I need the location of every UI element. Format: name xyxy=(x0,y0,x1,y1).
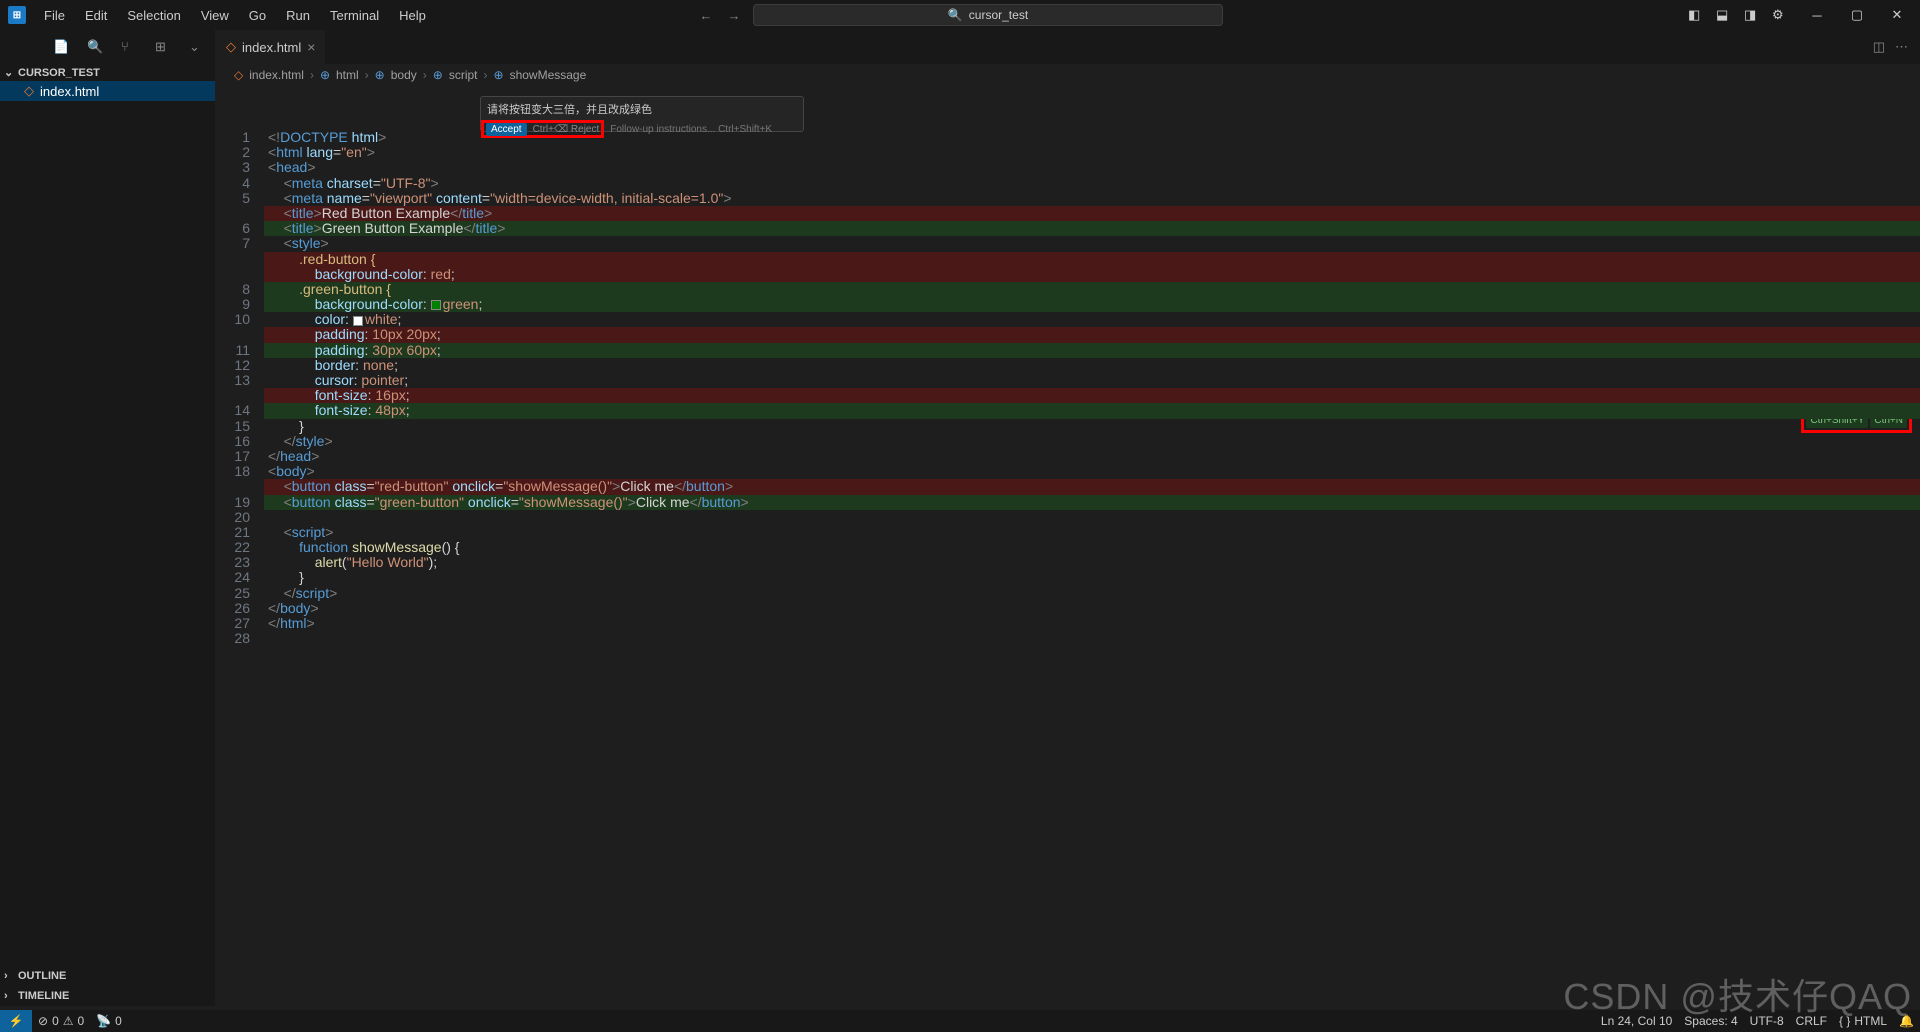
prompt-text: 请将按钮变大三倍，并且改成绿色 xyxy=(483,99,801,119)
menu-view[interactable]: View xyxy=(191,4,239,27)
symbol-icon: ⊕ xyxy=(433,68,443,82)
problems-indicator[interactable]: ⊘ 0 ⚠ 0 xyxy=(32,1010,90,1032)
chevron-down-icon[interactable]: ⌄ xyxy=(189,39,205,55)
accept-reject-group: Accept Ctrl+⌫ Reject xyxy=(481,120,604,138)
followup-input[interactable]: Follow-up instructions... Ctrl+Shift+K xyxy=(610,124,772,135)
html-file-icon: ◇ xyxy=(234,68,243,82)
editor-tab[interactable]: ◇ index.html × xyxy=(216,30,326,64)
accept-button[interactable]: Accept xyxy=(486,123,527,136)
reject-button[interactable]: Reject xyxy=(571,124,599,135)
menu-selection[interactable]: Selection xyxy=(117,4,190,27)
tab-label: index.html xyxy=(242,40,301,55)
project-name: CURSOR_TEST xyxy=(18,67,100,79)
search-label: cursor_test xyxy=(969,8,1028,22)
menu-run[interactable]: Run xyxy=(276,4,320,27)
layout-panel-icon[interactable]: ⬓ xyxy=(1716,7,1732,23)
layout-sidebar-left-icon[interactable]: ◧ xyxy=(1688,7,1704,23)
symbol-icon: ⊕ xyxy=(494,68,504,82)
nav-forward-icon[interactable]: → xyxy=(725,6,743,24)
symbol-icon: ⊕ xyxy=(375,68,385,82)
menu-terminal[interactable]: Terminal xyxy=(320,4,389,27)
timeline-section[interactable]: ›TIMELINE xyxy=(0,986,215,1006)
file-name-label: index.html xyxy=(40,84,99,99)
layout-sidebar-right-icon[interactable]: ◨ xyxy=(1744,7,1760,23)
command-center-search[interactable]: 🔍 cursor_test xyxy=(753,4,1223,26)
split-editor-icon[interactable]: ◫ xyxy=(1873,39,1885,55)
menu-file[interactable]: File xyxy=(34,4,75,27)
inline-chat-prompt: 请将按钮变大三倍，并且改成绿色 Accept Ctrl+⌫ Reject Fol… xyxy=(480,96,804,132)
search-tab-icon[interactable]: 🔍 xyxy=(87,39,103,55)
file-tree-item[interactable]: ◇ index.html xyxy=(0,81,215,101)
ports-indicator[interactable]: 📡 0 xyxy=(90,1010,128,1032)
window-minimize-button[interactable]: ─ xyxy=(1802,4,1832,26)
menu-help[interactable]: Help xyxy=(389,4,436,27)
customize-layout-icon[interactable]: ⚙ xyxy=(1772,7,1788,23)
window-close-button[interactable]: ✕ xyxy=(1882,4,1912,26)
explorer-sidebar: 📄 🔍 ⑂ ⊞ ⌄ ⌄ CURSOR_TEST ◇ index.html ›OU… xyxy=(0,30,216,1006)
code-editor[interactable]: 1234567891011121314151617181920212223242… xyxy=(216,86,1920,1006)
extensions-icon[interactable]: ⊞ xyxy=(155,39,171,55)
search-icon: 🔍 xyxy=(948,8,963,22)
html-file-icon: ◇ xyxy=(226,39,236,55)
menu-edit[interactable]: Edit xyxy=(75,4,117,27)
line-number-gutter: 1234567891011121314151617181920212223242… xyxy=(216,130,264,1006)
source-control-icon[interactable]: ⑂ xyxy=(121,39,137,55)
remote-indicator[interactable]: ⚡ xyxy=(0,1010,32,1032)
tab-close-icon[interactable]: × xyxy=(307,39,315,55)
more-actions-icon[interactable]: ⋯ xyxy=(1895,39,1908,55)
symbol-icon: ⊕ xyxy=(320,68,330,82)
breadcrumb[interactable]: ◇ index.html›⊕ html›⊕ body›⊕ script›⊕ sh… xyxy=(216,64,1920,86)
explorer-icon[interactable]: 📄 xyxy=(53,39,69,55)
window-maximize-button[interactable]: ▢ xyxy=(1842,4,1872,26)
app-icon: ⊞ xyxy=(8,6,26,24)
watermark: CSDN @技术仔QAQ xyxy=(1563,968,1912,1020)
outline-section[interactable]: ›OUTLINE xyxy=(0,966,215,986)
editor-area: ◇ index.html × ◫ ⋯ ◇ index.html›⊕ html›⊕… xyxy=(216,30,1920,1006)
html-file-icon: ◇ xyxy=(24,83,34,99)
code-lines[interactable]: <!DOCTYPE html><html lang="en"><head> <m… xyxy=(264,130,1920,1006)
chevron-down-icon: ⌄ xyxy=(4,66,14,79)
menu-go[interactable]: Go xyxy=(239,4,276,27)
explorer-folder-header[interactable]: ⌄ CURSOR_TEST xyxy=(0,64,215,81)
title-bar: ⊞ FileEditSelectionViewGoRunTerminalHelp… xyxy=(0,0,1920,30)
nav-back-icon[interactable]: ← xyxy=(697,6,715,24)
